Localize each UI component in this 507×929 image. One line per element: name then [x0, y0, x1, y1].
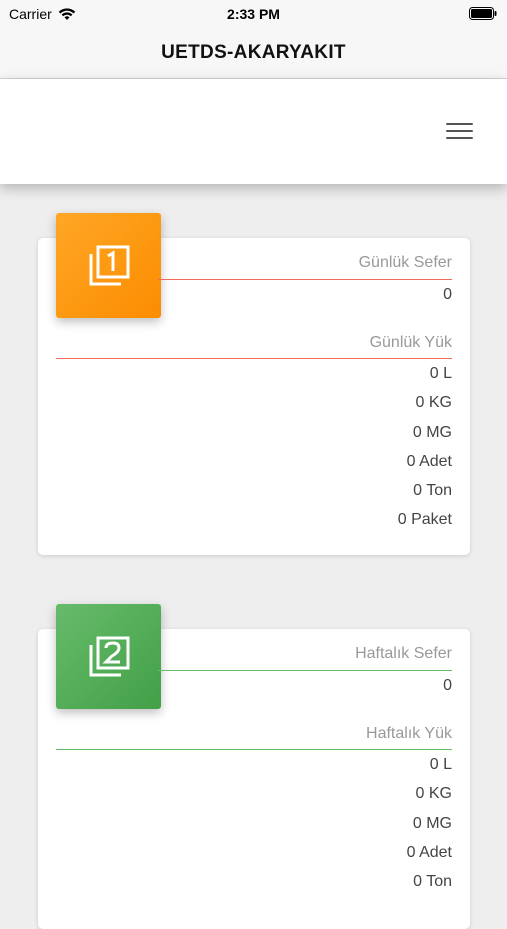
- load-ton: 0 Ton: [413, 873, 452, 890]
- load-ton: 0 Ton: [413, 482, 452, 499]
- load-adet: 0 Adet: [406, 844, 452, 861]
- load-kg: 0 KG: [415, 785, 452, 802]
- weekly-summary-card: Haftalık Sefer 0 Haftalık Yük 0 L 0 KG 0…: [38, 604, 470, 929]
- load-mg: 0 MG: [412, 424, 452, 441]
- load-liters: 0 L: [429, 365, 452, 382]
- app-header: [0, 79, 507, 184]
- divider: [56, 749, 452, 750]
- status-bar: Carrier 2:33 PM: [0, 0, 507, 28]
- card-icon-tile: [56, 213, 161, 318]
- menu-icon[interactable]: [446, 121, 473, 141]
- divider: [158, 279, 452, 280]
- load-kg: 0 KG: [415, 394, 452, 411]
- navigation-bar: UETDS-AKARYAKIT: [0, 28, 507, 79]
- daily-summary-card: Günlük Sefer 0 Günlük Yük 0 L 0 KG 0 MG …: [38, 213, 470, 555]
- divider: [158, 670, 452, 671]
- load-mg: 0 MG: [412, 815, 452, 832]
- load-paket: 0 Paket: [397, 511, 452, 528]
- load-adet: 0 Adet: [406, 453, 452, 470]
- load-liters: 0 L: [429, 756, 452, 773]
- filter-1-icon: [89, 245, 129, 285]
- card-icon-tile: [56, 604, 161, 709]
- divider: [56, 358, 452, 359]
- filter-2-icon: [89, 636, 129, 676]
- trip-value: 0: [443, 286, 452, 303]
- trip-label: Haftalık Sefer: [355, 645, 452, 662]
- load-label: Haftalık Yük: [366, 725, 452, 742]
- status-time: 2:33 PM: [227, 6, 280, 22]
- trip-value: 0: [443, 677, 452, 694]
- load-label: Günlük Yük: [369, 334, 452, 351]
- trip-label: Günlük Sefer: [358, 254, 452, 271]
- page-title: UETDS-AKARYAKIT: [161, 42, 346, 63]
- battery-icon: [469, 7, 497, 20]
